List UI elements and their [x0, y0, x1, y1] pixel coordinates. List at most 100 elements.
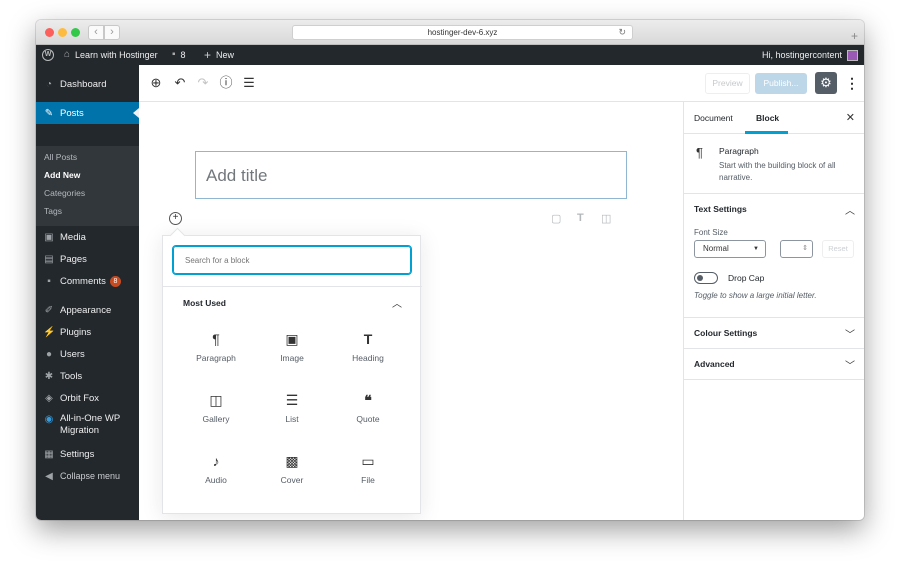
- redo-button[interactable]: ↷: [195, 75, 211, 91]
- admin-sidebar: ◔ Dashboard ✎ Posts All Posts Add New Ca…: [36, 65, 139, 520]
- zoom-window-button[interactable]: [71, 28, 80, 37]
- sidebar-item-media[interactable]: ▣ Media: [36, 226, 139, 248]
- sidebar-item-migration[interactable]: ◉ All-in-One WP Migration: [36, 413, 139, 441]
- chevron-up-icon[interactable]: ︿: [845, 202, 855, 217]
- block-option-audio[interactable]: ♪ Audio: [183, 450, 249, 502]
- colour-settings-title: Colour Settings: [694, 328, 758, 338]
- content-info-button[interactable]: ⓘ: [218, 75, 234, 91]
- sidebar-item-label: Posts: [60, 107, 84, 119]
- undo-button[interactable]: ↶: [172, 75, 188, 91]
- my-account-menu[interactable]: Hi, hostingercontent: [762, 45, 858, 65]
- block-option-label: Cover: [280, 475, 304, 485]
- settings-toggle-button[interactable]: ⚙: [815, 72, 837, 94]
- reload-icon[interactable]: ↻: [618, 26, 626, 39]
- chevron-down-icon: ﹀: [845, 330, 855, 341]
- submenu-add-new[interactable]: Add New: [44, 170, 80, 180]
- post-title-field[interactable]: Add title: [195, 151, 627, 199]
- block-option-heading[interactable]: T Heading: [335, 328, 401, 380]
- block-option-label: Audio: [205, 475, 227, 485]
- block-card-title: Paragraph: [719, 146, 759, 156]
- drop-cap-label: Drop Cap: [728, 273, 765, 283]
- sidebar-item-settings[interactable]: ▦ Settings: [36, 443, 139, 465]
- block-option-image[interactable]: ▣ Image: [259, 328, 325, 380]
- sidebar-item-label: Tools: [60, 370, 83, 382]
- block-navigation-button[interactable]: ☰: [241, 75, 257, 91]
- chevron-left-icon: ‹: [94, 26, 98, 38]
- close-window-button[interactable]: [45, 28, 54, 37]
- browser-forward-button[interactable]: ›: [104, 25, 120, 40]
- text-settings-toggle[interactable]: Text Settings: [694, 204, 747, 214]
- close-settings-button[interactable]: ✕: [846, 111, 855, 124]
- block-option-cover[interactable]: ▩ Cover: [259, 450, 325, 502]
- new-tab-button[interactable]: +: [848, 30, 861, 44]
- list-icon: ☰: [285, 392, 299, 408]
- gallery-icon: ◫: [209, 392, 223, 408]
- post-title-placeholder: Add title: [206, 166, 268, 185]
- block-option-label: Gallery: [202, 414, 230, 424]
- caret-down-icon: ▼: [753, 246, 759, 252]
- sidebar-item-label: Comments: [60, 275, 106, 287]
- more-menu-button[interactable]: ⋮: [845, 73, 859, 93]
- new-content-link[interactable]: + New: [204, 45, 234, 65]
- heading-icon[interactable]: T: [577, 212, 584, 224]
- sidebar-item-posts[interactable]: ✎ Posts: [36, 102, 139, 124]
- settings-icon: ▦: [44, 448, 54, 460]
- close-icon: ✕: [845, 112, 855, 124]
- sidebar-item-label: Collapse menu: [60, 471, 121, 481]
- sidebar-item-appearance[interactable]: ✐ Appearance: [36, 299, 139, 321]
- heading-icon: T: [363, 331, 373, 347]
- pages-icon: ▤: [44, 253, 54, 265]
- home-icon: ⌂: [64, 49, 71, 60]
- most-used-panel-toggle[interactable]: Most Used ︿: [163, 286, 422, 316]
- custom-font-size-input[interactable]: ⇕: [780, 240, 813, 258]
- tab-block[interactable]: Block: [756, 113, 779, 123]
- add-block-button[interactable]: ⊕: [148, 75, 164, 91]
- comments-link[interactable]: ▪ 8: [172, 45, 186, 65]
- sidebar-item-label: Settings: [60, 448, 95, 460]
- sidebar-item-label: Appearance: [60, 304, 112, 316]
- gallery-icon[interactable]: ◫: [601, 212, 611, 225]
- wp-logo-menu[interactable]: W: [42, 45, 54, 65]
- block-option-file[interactable]: ▭ File: [335, 450, 401, 502]
- greeting: Hi, hostingercontent: [761, 50, 842, 60]
- users-icon: ●: [45, 348, 53, 360]
- minimize-window-button[interactable]: [58, 28, 67, 37]
- image-icon[interactable]: ▢: [551, 212, 561, 225]
- sidebar-item-pages[interactable]: ▤ Pages: [36, 248, 139, 270]
- redo-icon: ↷: [197, 75, 209, 90]
- sidebar-item-dashboard[interactable]: ◔ Dashboard: [36, 73, 139, 95]
- inline-inserter-button[interactable]: +: [169, 212, 182, 225]
- submenu-categories[interactable]: Categories: [44, 188, 85, 198]
- plus-circle-icon: ⊕: [150, 75, 162, 90]
- submenu-tags[interactable]: Tags: [44, 206, 62, 216]
- info-icon: ⓘ: [219, 75, 233, 90]
- sidebar-item-comments[interactable]: ▪ Comments 8: [36, 270, 139, 292]
- sidebar-item-tools[interactable]: ✱ Tools: [36, 365, 139, 387]
- advanced-panel[interactable]: Advanced ﹀: [684, 349, 864, 380]
- sidebar-item-orbit-fox[interactable]: ◈ Orbit Fox: [36, 387, 139, 409]
- block-option-paragraph[interactable]: ¶ Paragraph: [183, 328, 249, 380]
- sidebar-item-users[interactable]: ● Users: [36, 343, 139, 365]
- drop-cap-toggle[interactable]: [694, 272, 718, 284]
- sidebar-collapse-menu[interactable]: ◀ Collapse menu: [36, 465, 139, 487]
- address-bar[interactable]: hostinger-dev-6.xyz ↻: [292, 25, 633, 40]
- block-option-list[interactable]: ☰ List: [259, 389, 325, 441]
- block-search-input[interactable]: [172, 245, 412, 275]
- sidebar-item-plugins[interactable]: ⚡ Plugins: [36, 321, 139, 343]
- browser-back-button[interactable]: ‹: [88, 25, 104, 40]
- submenu-all-posts[interactable]: All Posts: [44, 152, 77, 162]
- font-size-reset-button[interactable]: Reset: [822, 240, 854, 258]
- block-option-quote[interactable]: ❝ Quote: [335, 389, 401, 441]
- font-size-select[interactable]: Normal ▼: [694, 240, 766, 258]
- preview-button[interactable]: Preview: [705, 73, 750, 94]
- browser-window: ‹ › hostinger-dev-6.xyz ↻ + W ⌂ Learn wi…: [36, 20, 864, 520]
- publish-button[interactable]: Publish...: [755, 73, 807, 94]
- stepper-icon: ⇕: [802, 245, 808, 252]
- posts-submenu: All Posts Add New Categories Tags: [36, 146, 139, 226]
- block-option-label: File: [361, 475, 375, 485]
- panel-title: Most Used: [183, 298, 226, 308]
- block-option-gallery[interactable]: ◫ Gallery: [183, 389, 249, 441]
- colour-settings-panel[interactable]: Colour Settings ﹀: [684, 318, 864, 349]
- tab-document[interactable]: Document: [694, 113, 733, 123]
- site-name-link[interactable]: ⌂ Learn with Hostinger: [64, 45, 158, 65]
